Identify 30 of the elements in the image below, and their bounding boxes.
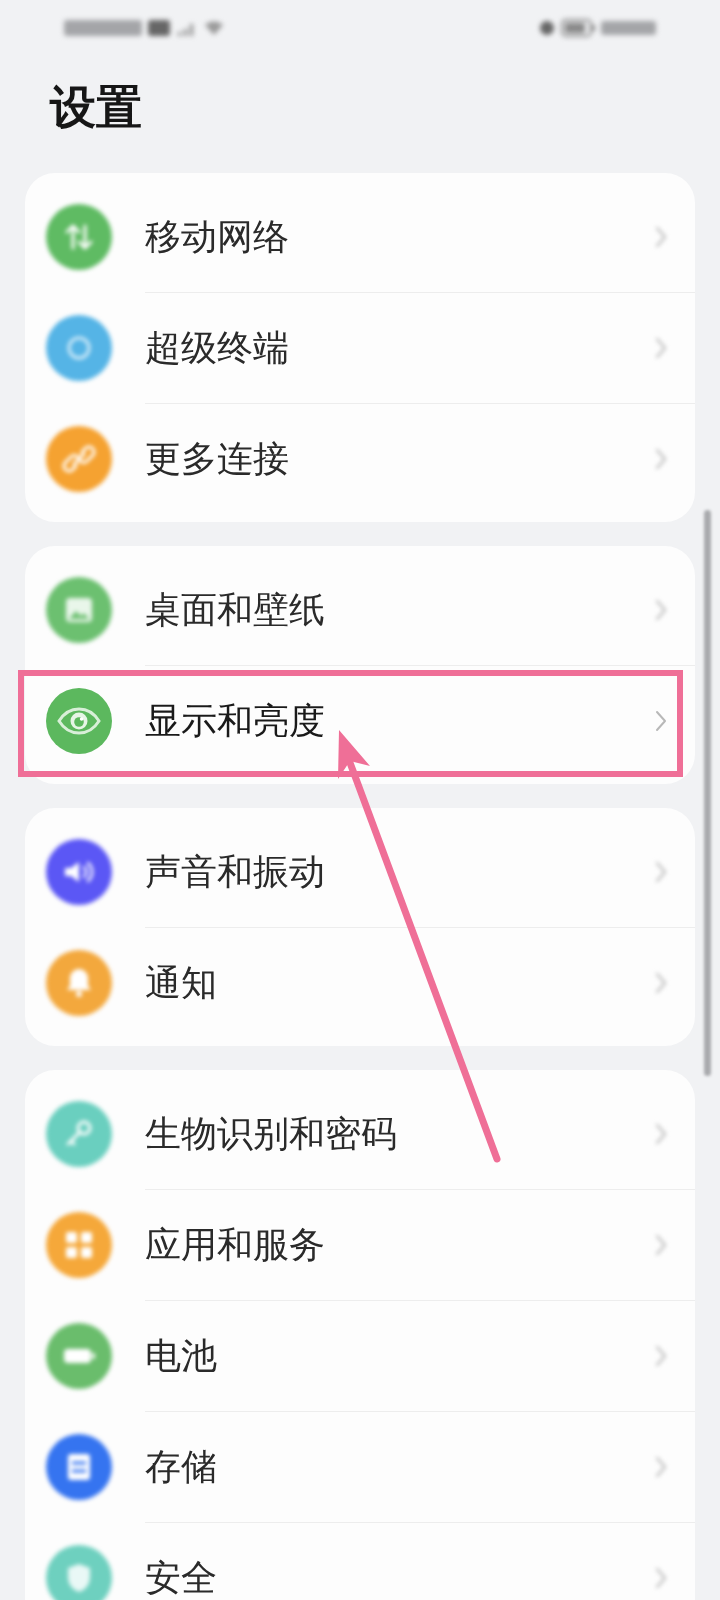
chevron-icon: [654, 598, 668, 621]
chevron-icon: [654, 448, 668, 470]
settings-item[interactable]: 移动网络: [25, 181, 695, 292]
blurred-text-bar: [601, 21, 656, 35]
settings-item[interactable]: 桌面和壁纸: [25, 554, 695, 665]
chevron-icon: [654, 1122, 668, 1145]
chevron-icon: [654, 225, 668, 248]
settings-item[interactable]: 生物识别和密码: [25, 1078, 695, 1189]
settings-item[interactable]: 更多连接: [25, 403, 695, 514]
chevron-icon: [654, 860, 668, 883]
wifi-icon: [204, 20, 224, 36]
chevron-icon: [654, 972, 668, 994]
settings-item[interactable]: 电池: [25, 1300, 695, 1411]
dot-icon: [539, 20, 555, 36]
page-title: 设置: [50, 82, 142, 133]
badge-icon: [148, 20, 170, 36]
settings-item[interactable]: 安全: [25, 1522, 695, 1600]
chevron-icon: [654, 710, 668, 732]
settings-item[interactable]: 显示和亮度: [25, 665, 695, 776]
settings-item[interactable]: 存储: [25, 1411, 695, 1522]
chevron-icon: [654, 337, 668, 359]
settings-item[interactable]: 应用和服务: [25, 1189, 695, 1300]
chevron-icon: [654, 1567, 668, 1589]
battery-icon: [561, 19, 595, 37]
settings-item[interactable]: 超级终端: [25, 292, 695, 403]
chevron-icon: [654, 1345, 668, 1367]
settings-item[interactable]: 声音和振动: [25, 816, 695, 927]
settings-item[interactable]: 通知: [25, 927, 695, 1038]
chevron-icon: [654, 1456, 668, 1478]
chevron-icon: [654, 1234, 668, 1256]
